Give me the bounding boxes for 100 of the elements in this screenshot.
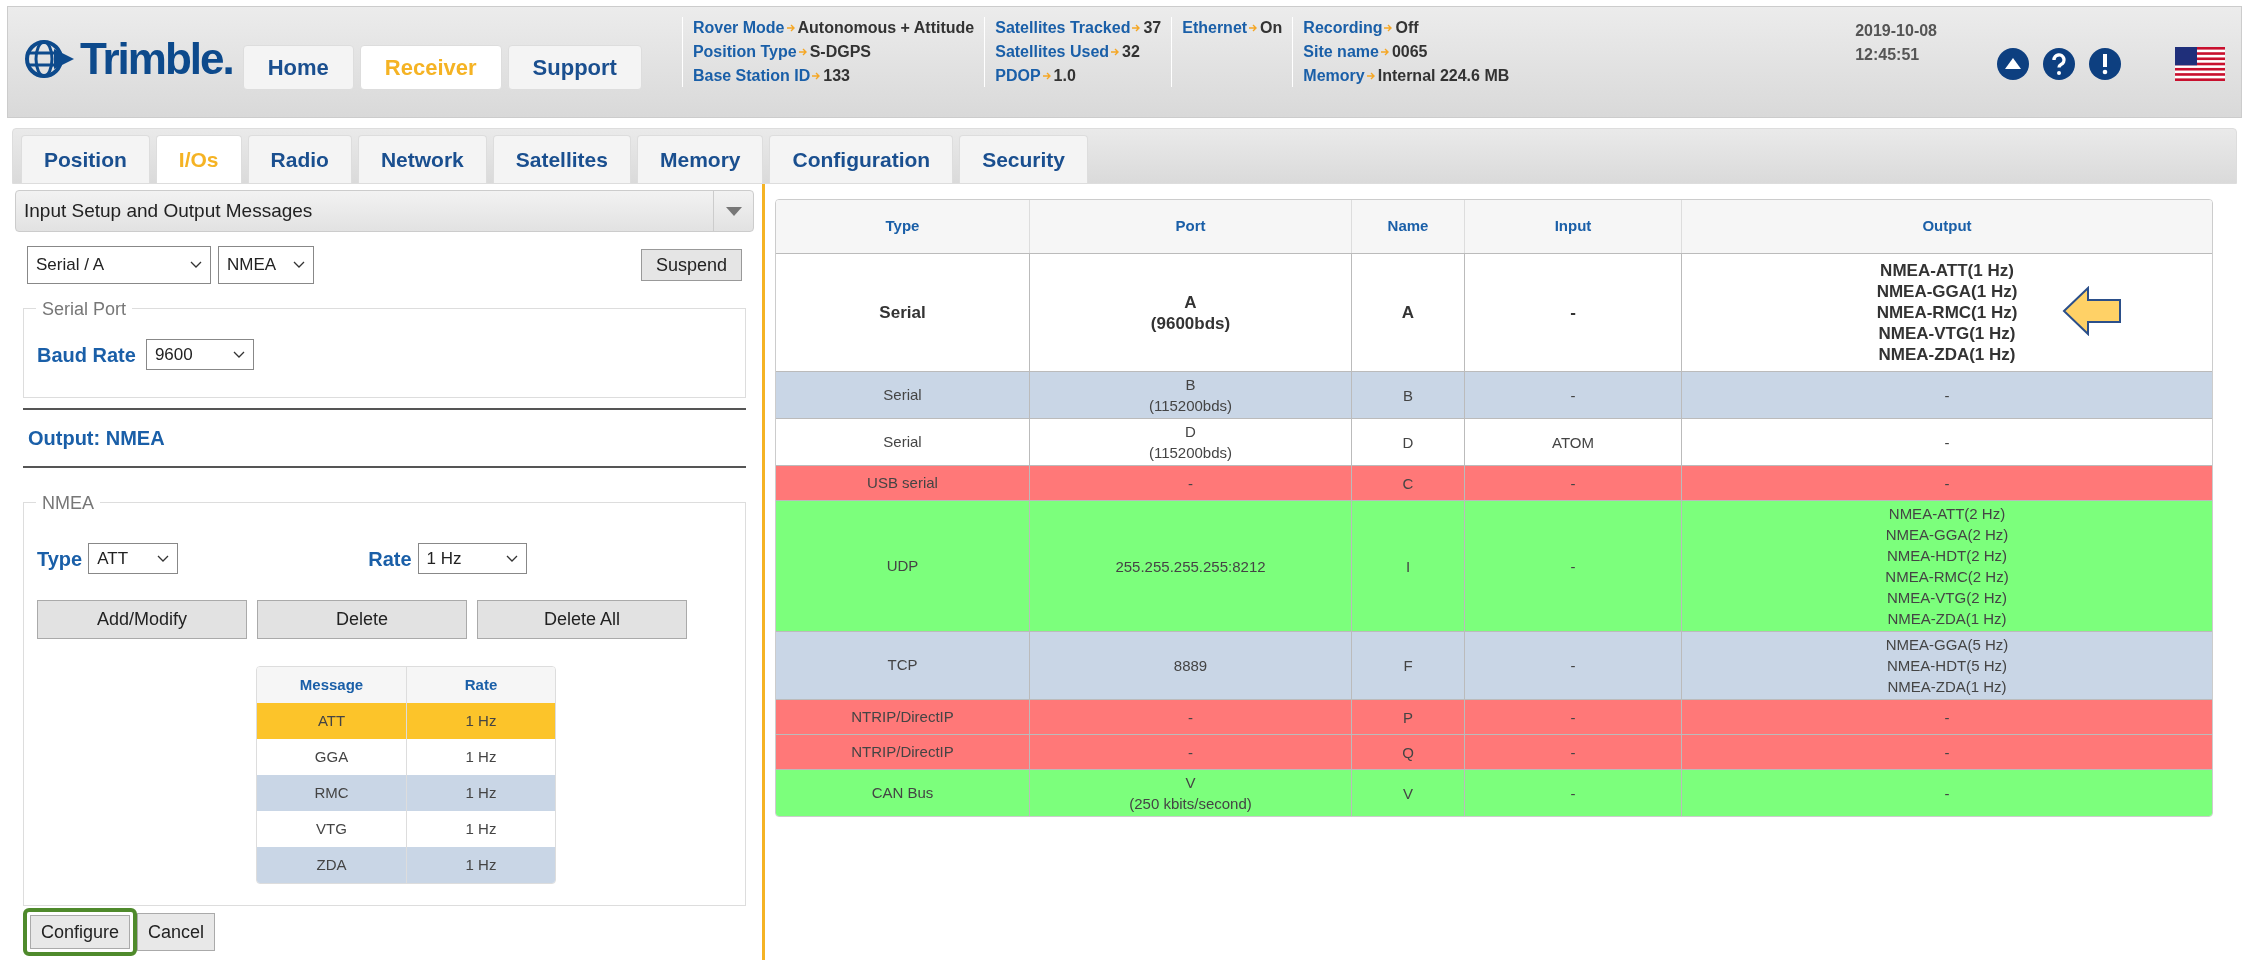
configure-button[interactable]: Configure xyxy=(30,915,131,949)
port-row[interactable]: UDP 255.255.255.255:8212 I - NMEA-ATT(2 Hz) NMEA-GGA(2 Hz) NMEA-HDT(2 Hz) NMEA-RMC(2 Hz) NMEA-VTG(2 Hz) NMEA-ZDA(1 Hz) xyxy=(776,500,2212,631)
port-row[interactable]: NTRIP/DirectIP - P - - xyxy=(776,699,2212,734)
port-text: (9600bds) xyxy=(1150,312,1231,334)
type-label: Type xyxy=(37,546,83,572)
arrow-icon xyxy=(798,48,808,56)
action-button[interactable]: Delete All xyxy=(477,600,687,639)
port-text: D xyxy=(1185,422,1196,442)
port-row[interactable]: TCP 8889 F - NMEA-GGA(5 Hz) NMEA-HDT(5 Hz) NMEA-ZDA(1 Hz) xyxy=(776,631,2212,699)
status-value: Off xyxy=(1395,18,1419,38)
port-text: - xyxy=(1188,473,1193,494)
tab[interactable]: Satellites xyxy=(492,135,631,183)
port-text: - xyxy=(1188,742,1193,763)
chevron-down-icon xyxy=(505,554,518,563)
table-cell-text: ATT xyxy=(316,710,347,731)
us-flag-icon[interactable] xyxy=(2175,47,2225,81)
port-text: B xyxy=(1185,375,1196,395)
arrow-icon xyxy=(1111,48,1121,56)
output-text: - xyxy=(1944,783,1950,804)
globe-icon xyxy=(24,37,76,81)
arrow-icon xyxy=(1249,24,1259,32)
status-value: Internal 224.6 MB xyxy=(1377,66,1510,86)
port-select[interactable]: Serial / A xyxy=(27,246,211,284)
port-row[interactable]: NTRIP/DirectIP - Q - - xyxy=(776,734,2212,769)
status-value: 37 xyxy=(1143,18,1162,38)
output-text: NMEA-ZDA(1 Hz) xyxy=(1887,609,2007,629)
arrow-icon xyxy=(812,72,822,80)
status-value: 32 xyxy=(1122,42,1140,62)
status-label: Memory xyxy=(1303,66,1365,86)
baud-rate-select[interactable]: 9600 xyxy=(145,339,254,370)
output-text: NMEA-RMC(1 Hz) xyxy=(1876,302,2018,323)
chevron-down-icon xyxy=(157,554,170,563)
suspend-button[interactable]: Suspend xyxy=(640,249,742,281)
section-dropdown[interactable]: Input Setup and Output Messages xyxy=(15,190,754,232)
table-cell-text: CAN Bus xyxy=(870,782,935,803)
status-value: 0065 xyxy=(1391,42,1428,62)
status-label: PDOP xyxy=(995,66,1041,86)
output-text: - xyxy=(1944,473,1950,494)
tab[interactable]: Security xyxy=(959,135,1088,183)
port-row[interactable]: Serial B (115200bds) B - - xyxy=(776,371,2212,418)
tab[interactable]: Position xyxy=(21,135,150,183)
port-row[interactable]: USB serial - C - - xyxy=(776,465,2212,500)
action-button[interactable]: Delete xyxy=(257,600,467,639)
table-cell-text: Serial xyxy=(882,384,923,405)
port-row[interactable]: Serial A (9600bds) A - NMEA-ATT(1 Hz) NMEA-GGA(1 Hz) NMEA-RMC(1 Hz) NMEA-VTG(1 Hz) NMEA-ZDA(1 Hz) xyxy=(776,253,2212,371)
message-row[interactable]: ATT 1 Hz xyxy=(257,703,555,739)
arrow-icon xyxy=(1042,72,1052,80)
status-label: Satellites Tracked xyxy=(995,18,1131,38)
port-text: 255.255.255.255:8212 xyxy=(1115,556,1266,577)
table-cell-text: TCP xyxy=(886,655,919,676)
port-text: (115200bds) xyxy=(1148,443,1233,463)
tab[interactable]: Network xyxy=(357,135,487,183)
status-value: S-DGPS xyxy=(809,42,871,62)
alert-icon[interactable] xyxy=(2089,48,2121,80)
output-text: - xyxy=(1944,432,1950,453)
cancel-button[interactable]: Cancel xyxy=(137,913,216,951)
table-cell: - xyxy=(1464,770,1681,816)
tab[interactable]: Memory xyxy=(636,135,764,183)
rate-select[interactable]: 1 Hz xyxy=(417,543,527,574)
tab[interactable]: Radio xyxy=(247,135,352,183)
action-button[interactable]: Add/Modify xyxy=(37,600,247,639)
time-text: 12:45:51 xyxy=(1855,45,1921,65)
chevron-down-icon xyxy=(232,350,245,359)
status-label: Position Type xyxy=(692,42,797,62)
baud-rate-label: Baud Rate xyxy=(37,342,136,368)
nav-button[interactable]: Support xyxy=(507,45,642,90)
dropdown-arrow-icon xyxy=(725,206,742,216)
port-row[interactable]: Serial D (115200bds) D ATOM - xyxy=(776,418,2212,465)
port-text: A xyxy=(1184,291,1197,313)
chevron-down-icon xyxy=(190,261,202,269)
output-text: - xyxy=(1944,385,1950,406)
arrow-icon xyxy=(1132,24,1142,32)
table-cell-text: Serial xyxy=(878,301,927,324)
output-text: NMEA-ZDA(1 Hz) xyxy=(1887,677,2007,697)
status-label: Rover Mode xyxy=(692,18,785,38)
help-icon[interactable] xyxy=(2043,48,2075,80)
output-text: NMEA-ATT(2 Hz) xyxy=(1888,504,2006,524)
protocol-select[interactable]: NMEA xyxy=(218,246,314,284)
output-text: NMEA-GGA(2 Hz) xyxy=(1885,525,2009,545)
output-text: NMEA-HDT(2 Hz) xyxy=(1887,546,2007,566)
status-label: Site name xyxy=(1303,42,1379,62)
table-cell-text: USB serial xyxy=(866,472,939,493)
message-row[interactable]: ZDA 1 Hz xyxy=(257,847,555,883)
output-text: NMEA-RMC(2 Hz) xyxy=(1885,567,2009,587)
type-select[interactable]: ATT xyxy=(88,543,179,574)
table-cell-text: GGA xyxy=(313,746,350,767)
output-text: - xyxy=(1944,742,1950,763)
tab[interactable]: Configuration xyxy=(769,135,954,183)
status-label: Ethernet xyxy=(1182,18,1248,38)
message-row[interactable]: RMC 1 Hz xyxy=(257,775,555,811)
output-text: NMEA-GGA(1 Hz) xyxy=(1876,281,2018,302)
port-row[interactable]: CAN Bus V (250 kbits/second) V - - xyxy=(776,769,2212,816)
column-header: Message xyxy=(298,674,365,695)
table-cell-text: NTRIP/DirectIP xyxy=(850,741,955,762)
status-label: Recording xyxy=(1303,18,1383,38)
date-text: 2019-10-08 xyxy=(1855,21,1937,41)
nav-button[interactable]: Home xyxy=(242,45,354,90)
left-arrow-icon xyxy=(2062,286,2122,336)
arrow-icon xyxy=(1366,72,1376,80)
status-value: Autonomous + Attitude xyxy=(797,18,975,38)
